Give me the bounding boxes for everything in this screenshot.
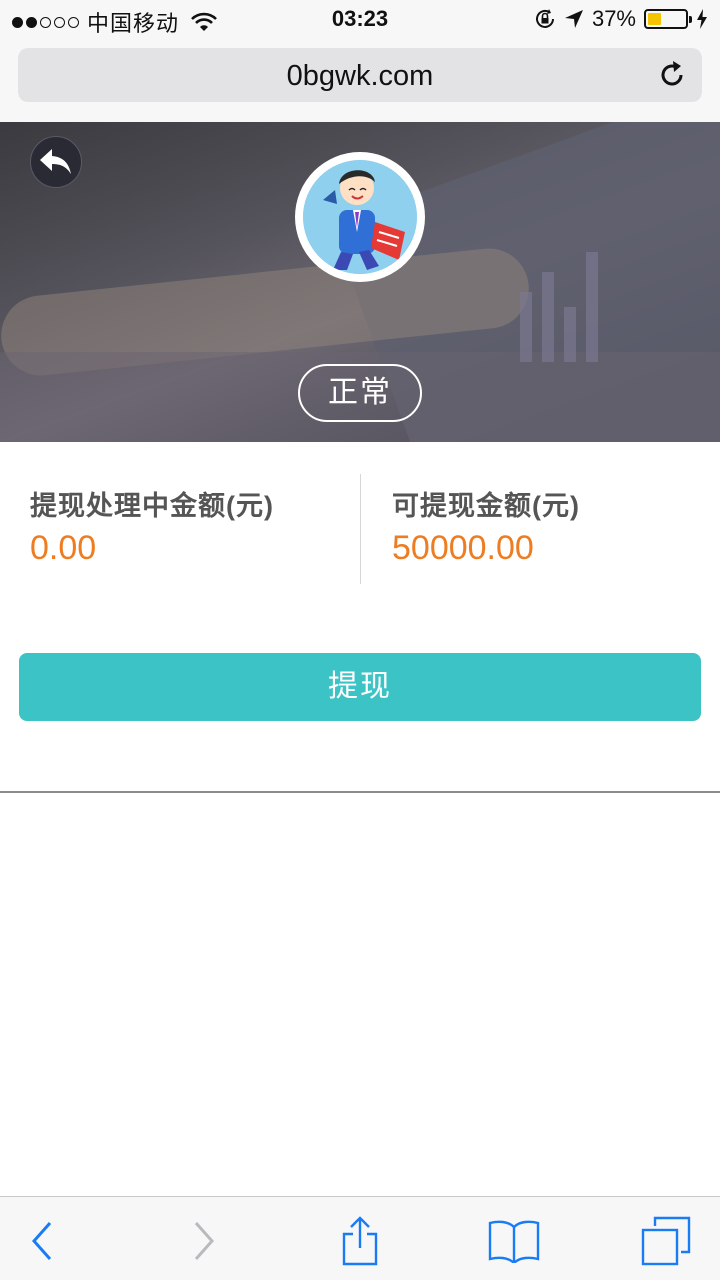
url-text[interactable]: 0bgwk.com xyxy=(18,60,702,93)
bookmarks-icon xyxy=(488,1220,540,1263)
available-amount-label: 可提现金额(元) xyxy=(392,491,580,521)
browser-address-area: 0bgwk.com xyxy=(0,40,720,122)
browser-forward-button[interactable] xyxy=(178,1215,230,1267)
processing-amount-block: 提现处理中金额(元) 0.00 xyxy=(30,484,274,568)
back-button[interactable] xyxy=(30,136,82,188)
share-icon xyxy=(342,1216,378,1266)
share-button[interactable] xyxy=(334,1215,386,1267)
wifi-icon xyxy=(191,12,217,31)
balance-divider xyxy=(360,474,361,584)
chevron-right-icon xyxy=(194,1222,215,1260)
bookmarks-button[interactable] xyxy=(488,1215,540,1267)
tabs-icon xyxy=(641,1216,691,1266)
back-arrow-icon xyxy=(40,149,71,174)
available-amount-value: 50000.00 xyxy=(392,529,534,567)
tabs-button[interactable] xyxy=(640,1215,692,1267)
processing-amount-value: 0.00 xyxy=(30,529,97,567)
balance-summary: 提现处理中金额(元) 0.00 可提现金额(元) 50000.00 xyxy=(0,442,720,612)
carrier-name: 中国移动 xyxy=(87,11,180,36)
battery-icon xyxy=(644,9,692,29)
battery-percent: 37% xyxy=(591,6,636,31)
section-divider xyxy=(0,791,720,793)
battery-fill xyxy=(648,13,661,25)
charging-bolt-icon xyxy=(697,9,707,29)
reload-icon[interactable] xyxy=(656,59,688,91)
available-amount-block: 可提现金额(元) 50000.00 xyxy=(392,484,580,568)
withdraw-button[interactable]: 提现 xyxy=(19,653,701,721)
status-bar: 中国移动 03:23 37% xyxy=(0,0,720,40)
chevron-left-icon xyxy=(31,1222,52,1260)
avatar[interactable] xyxy=(295,152,425,282)
signal-strength-icon xyxy=(12,16,79,28)
processing-amount-label: 提现处理中金额(元) xyxy=(30,491,274,521)
address-bar[interactable]: 0bgwk.com xyxy=(18,48,702,102)
browser-toolbar xyxy=(0,1196,720,1280)
browser-back-button[interactable] xyxy=(16,1215,68,1267)
profile-header: 正常 xyxy=(0,122,720,442)
status-right: 37% xyxy=(534,6,708,32)
cartoon-businessman-avatar xyxy=(303,160,417,274)
location-arrow-icon xyxy=(564,10,583,28)
orientation-lock-icon xyxy=(535,9,554,28)
account-status-badge: 正常 xyxy=(298,364,422,422)
status-left: 中国移动 xyxy=(12,6,217,38)
